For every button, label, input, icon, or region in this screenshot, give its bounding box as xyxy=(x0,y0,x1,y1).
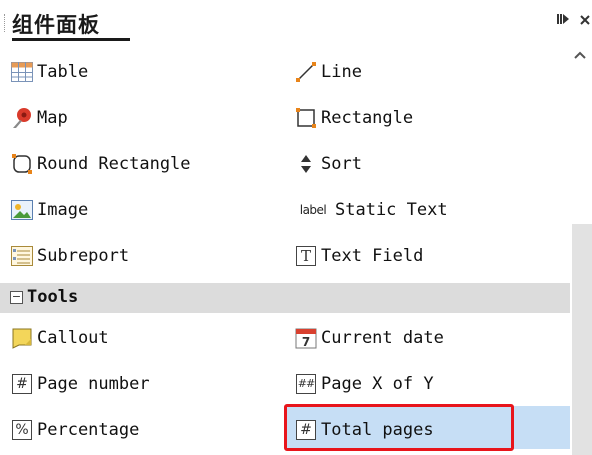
palette-item-rectangle[interactable]: Rectangle xyxy=(294,98,413,138)
svg-text:7: 7 xyxy=(302,335,310,349)
palette-item-static-text[interactable]: label Static Text xyxy=(294,190,448,230)
rectangle-icon xyxy=(294,106,318,130)
palette-item-label: Table xyxy=(37,62,89,82)
palette-item-label: Map xyxy=(37,108,68,128)
palette-item-label: Sort xyxy=(321,154,362,174)
palette-item-label: Static Text xyxy=(335,200,448,220)
sort-icon xyxy=(294,152,318,176)
map-pin-icon xyxy=(10,106,34,130)
palette-item-label: Line xyxy=(321,62,362,82)
close-icon[interactable] xyxy=(580,12,592,30)
scroll-up-icon[interactable] xyxy=(573,49,587,64)
panel-titlebar: 组件面板 xyxy=(0,0,592,44)
tools-section-header[interactable]: − Tools xyxy=(0,283,570,313)
table-icon xyxy=(10,60,34,84)
round-rectangle-icon xyxy=(10,152,34,176)
palette-item-label: Page number xyxy=(37,374,150,394)
pin-icon[interactable] xyxy=(556,12,570,30)
palette-item-label: Rectangle xyxy=(321,108,414,128)
palette-item-label: Percentage xyxy=(37,420,140,440)
palette-item-map[interactable]: Map xyxy=(10,98,68,138)
title-underline xyxy=(12,38,130,41)
palette-item-label: Round Rectangle xyxy=(37,154,191,174)
palette-item-table[interactable]: Table xyxy=(10,52,88,92)
percentage-icon: % xyxy=(10,418,34,442)
callout-icon xyxy=(10,326,34,350)
palette-item-page-number[interactable]: # Page number xyxy=(10,364,150,404)
palette-item-current-date[interactable]: 7 Current date xyxy=(294,318,444,358)
image-icon xyxy=(10,198,34,222)
palette-item-round-rectangle[interactable]: Round Rectangle xyxy=(10,144,191,184)
scrollbar-thumb[interactable] xyxy=(572,224,592,455)
collapse-toggle-icon[interactable]: − xyxy=(10,291,23,304)
panel-title: 组件面板 xyxy=(12,13,100,37)
page-x-of-y-icon: ## xyxy=(294,372,318,396)
palette-item-text-field[interactable]: T Text Field xyxy=(294,236,423,276)
palette-item-label: Image xyxy=(37,200,89,220)
palette-item-subreport[interactable]: Subreport xyxy=(10,236,129,276)
calendar-icon: 7 xyxy=(294,326,318,350)
palette-item-page-x-of-y[interactable]: ## Page X of Y xyxy=(294,364,434,404)
palette-item-percentage[interactable]: % Percentage xyxy=(10,410,139,450)
text-field-icon: T xyxy=(294,244,318,268)
subreport-icon xyxy=(10,244,34,268)
drag-grip[interactable] xyxy=(4,14,8,32)
palette-item-label: Current date xyxy=(321,328,444,348)
vertical-scrollbar[interactable] xyxy=(570,44,592,455)
palette-item-label: Subreport xyxy=(37,246,130,266)
palette-item-label: Page X of Y xyxy=(321,374,434,394)
page-number-icon: # xyxy=(10,372,34,396)
static-text-icon: label xyxy=(299,203,327,217)
palette-item-label: Callout xyxy=(37,328,109,348)
palette-item-label: Text Field xyxy=(321,246,424,266)
palette-item-callout[interactable]: Callout xyxy=(10,318,109,358)
palette-item-line[interactable]: Line xyxy=(294,52,362,92)
palette-item-sort[interactable]: Sort xyxy=(294,144,362,184)
line-icon xyxy=(294,60,318,84)
highlight-box xyxy=(284,404,514,451)
palette-item-image[interactable]: Image xyxy=(10,190,88,230)
section-title: Tools xyxy=(27,287,79,307)
